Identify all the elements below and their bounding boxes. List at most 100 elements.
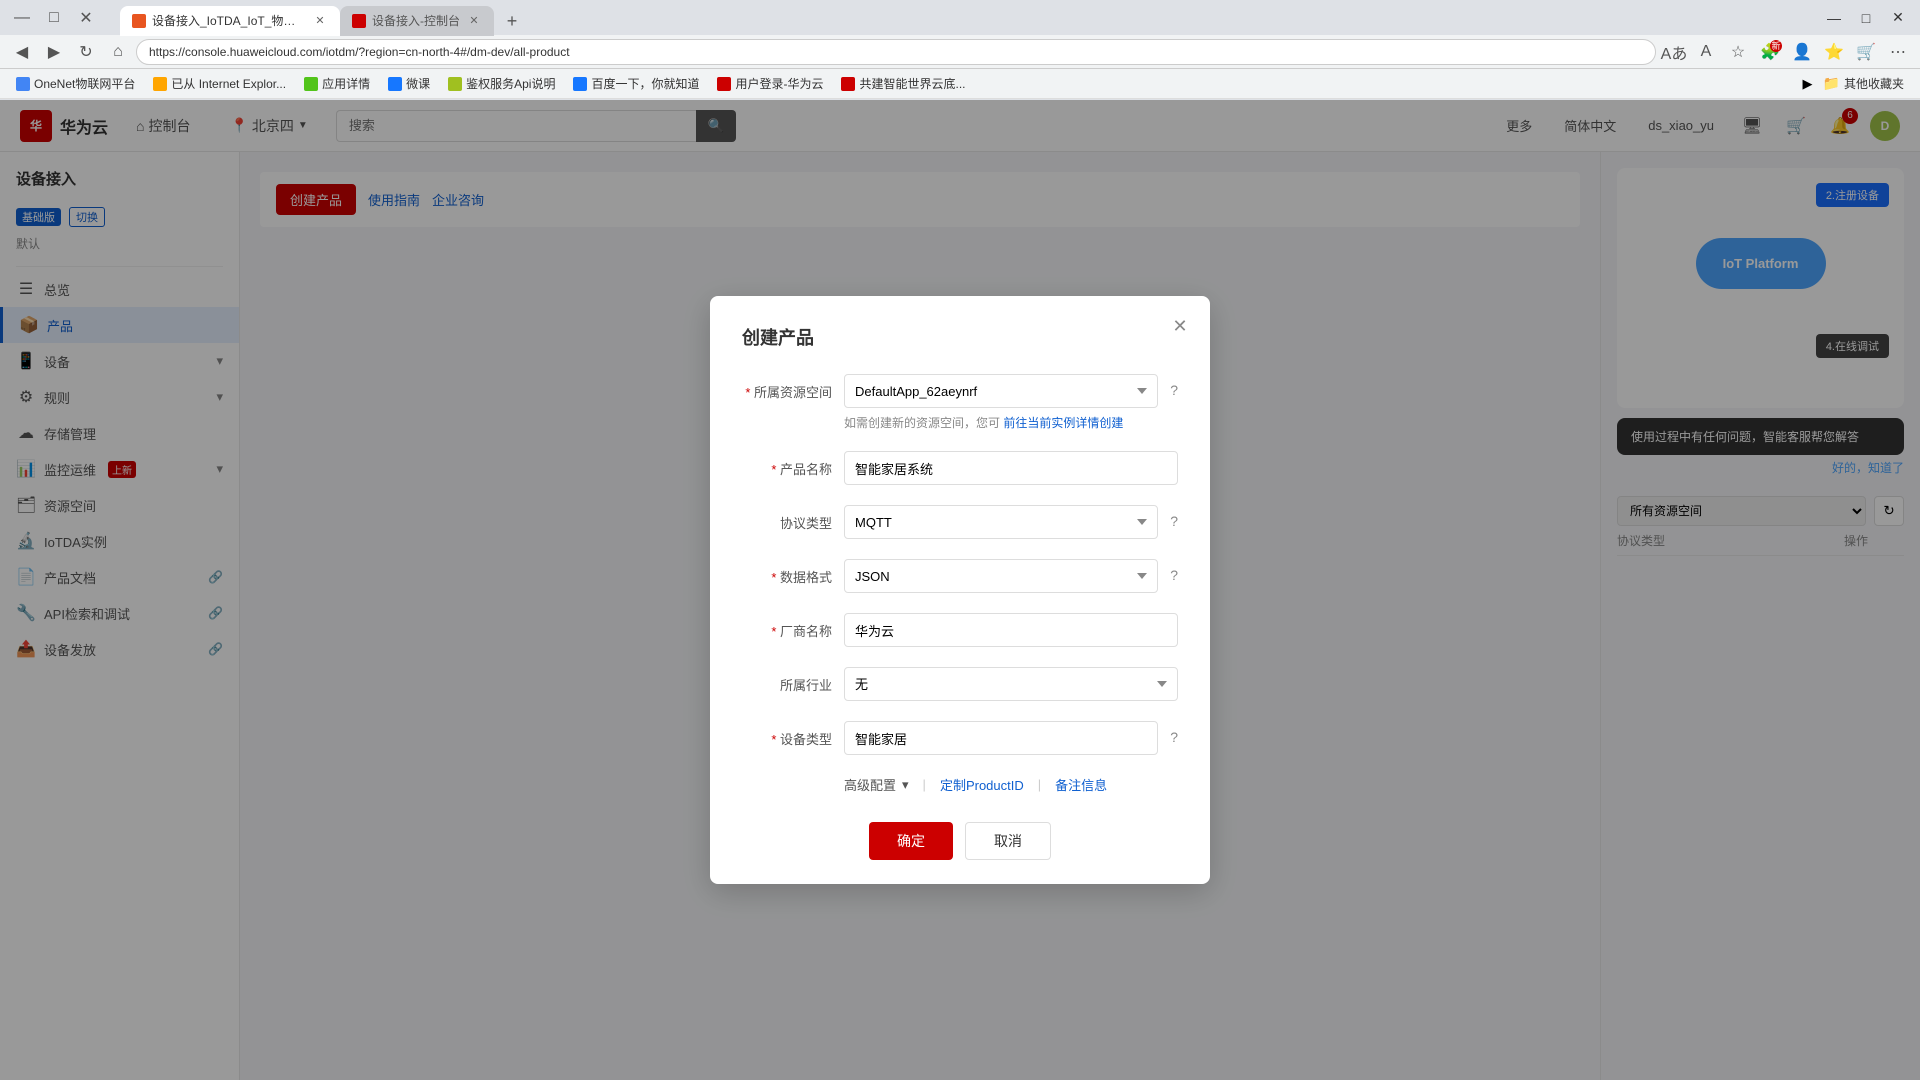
manufacturer-label: 厂商名称	[742, 613, 832, 640]
bookmark-folder-label: 其他收藏夹	[1844, 75, 1904, 92]
address-bar[interactable]	[136, 39, 1656, 65]
modal-overlay[interactable]: 创建产品 ✕ 所属资源空间 DefaultApp_62aeynrf 如需创建新的…	[0, 100, 1920, 1080]
create-product-modal: 创建产品 ✕ 所属资源空间 DefaultApp_62aeynrf 如需创建新的…	[710, 296, 1210, 884]
bookmark-label-3: 应用详情	[322, 75, 370, 92]
back-button[interactable]: ◀	[8, 38, 36, 66]
browser-chrome: — □ ✕ 设备接入_IoTDA_IoT_物联网IoT平... ✕ 设备接入-控…	[0, 0, 1920, 100]
translate-icon[interactable]: Aあ	[1660, 38, 1688, 66]
bookmark-label-6: 百度一下，你就知道	[591, 75, 699, 92]
bookmark-mooc[interactable]: 微课	[380, 73, 438, 94]
refresh-button[interactable]: ↻	[72, 38, 100, 66]
data-format-control: JSON	[844, 559, 1158, 593]
device-type-help-icon[interactable]: ?	[1170, 721, 1178, 745]
bookmark-icon-1	[16, 77, 30, 91]
maximize-btn[interactable]: □	[1852, 4, 1880, 32]
maximize-button[interactable]: □	[40, 4, 68, 32]
collections-icon[interactable]: 🛒	[1852, 38, 1880, 66]
form-row-advanced: 高级配置 ▾ | 定制ProductID | 备注信息	[742, 775, 1178, 794]
minimize-button[interactable]: —	[8, 4, 36, 32]
protocol-help-icon[interactable]: ?	[1170, 505, 1178, 529]
new-tab-button[interactable]: +	[498, 8, 526, 36]
bookmark-onenet[interactable]: OneNet物联网平台	[8, 73, 143, 94]
advanced-config-expand-icon: ▾	[902, 777, 909, 793]
browser-toolbar: ◀ ▶ ↻ ⌂ Aあ A ☆ 🧩 新 👤 ⭐ 🛒 ⋯	[0, 35, 1920, 69]
data-format-label: 数据格式	[742, 559, 832, 586]
bookmark-icon-4	[388, 77, 402, 91]
product-name-input[interactable]	[844, 451, 1178, 485]
bookmark-icon-7	[717, 77, 731, 91]
industry-control: 无	[844, 667, 1178, 701]
advanced-config-control: 高级配置 ▾ | 定制ProductID | 备注信息	[844, 775, 1178, 794]
bookmark-api[interactable]: 鉴权服务Api说明	[440, 73, 563, 94]
tab-favicon-2	[352, 14, 366, 28]
modal-close-button[interactable]: ✕	[1166, 312, 1194, 340]
bookmark-label-1: OneNet物联网平台	[34, 75, 135, 92]
resource-space-dropdown[interactable]: DefaultApp_62aeynrf	[844, 374, 1158, 408]
toolbar-actions: Aあ A ☆ 🧩 新 👤 ⭐ 🛒 ⋯	[1660, 38, 1912, 66]
bookmarks-more[interactable]: ▶	[1803, 76, 1813, 92]
minimize-btn[interactable]: —	[1820, 4, 1848, 32]
manufacturer-control	[844, 613, 1178, 647]
bookmark-baidu[interactable]: 百度一下，你就知道	[565, 73, 707, 94]
close-btn[interactable]: ✕	[1884, 4, 1912, 32]
resource-space-help-icon[interactable]: ?	[1170, 374, 1178, 398]
menu-button[interactable]: ⋯	[1884, 38, 1912, 66]
advanced-config-toggle[interactable]: 高级配置 ▾	[844, 775, 909, 794]
favorites-icon[interactable]: ☆	[1724, 38, 1752, 66]
form-row-manufacturer: 厂商名称	[742, 613, 1178, 647]
browser-titlebar: — □ ✕ 设备接入_IoTDA_IoT_物联网IoT平... ✕ 设备接入-控…	[0, 0, 1920, 35]
cancel-button[interactable]: 取消	[965, 822, 1051, 860]
bookmark-folder[interactable]: 📁 其他收藏夹	[1815, 73, 1912, 94]
resource-space-label: 所属资源空间	[742, 374, 832, 401]
device-type-input[interactable]	[844, 721, 1158, 755]
remarks-link[interactable]: 备注信息	[1055, 775, 1107, 794]
data-format-dropdown[interactable]: JSON	[844, 559, 1158, 593]
close-window-button[interactable]: ✕	[72, 4, 100, 32]
bookmarks-bar: OneNet物联网平台 已从 Internet Explor... 应用详情 微…	[0, 69, 1920, 99]
bookmark-app-detail[interactable]: 应用详情	[296, 73, 378, 94]
profile-icon[interactable]: 👤	[1788, 38, 1816, 66]
device-type-label: 设备类型	[742, 721, 832, 748]
bookmark-ie[interactable]: 已从 Internet Explor...	[145, 73, 294, 94]
protocol-control: MQTT	[844, 505, 1158, 539]
tab-close-1[interactable]: ✕	[312, 13, 328, 29]
form-row-resource-space: 所属资源空间 DefaultApp_62aeynrf 如需创建新的资源空间，您可…	[742, 374, 1178, 431]
bookmark-label-5: 鉴权服务Api说明	[466, 75, 555, 92]
advanced-config-label: 高级配置	[844, 775, 896, 794]
confirm-button[interactable]: 确定	[869, 822, 953, 860]
product-name-label: 产品名称	[742, 451, 832, 478]
reading-mode-icon[interactable]: A	[1692, 38, 1720, 66]
bookmark-icon-2	[153, 77, 167, 91]
form-row-industry: 所属行业 无	[742, 667, 1178, 701]
tab-close-2[interactable]: ✕	[466, 13, 482, 29]
industry-dropdown[interactable]: 无	[844, 667, 1178, 701]
manufacturer-input[interactable]	[844, 613, 1178, 647]
protocol-dropdown[interactable]: MQTT	[844, 505, 1158, 539]
advanced-spacer	[742, 781, 832, 789]
browser-window-controls: — □ ✕	[8, 4, 100, 32]
tab-favicon-1	[132, 14, 146, 28]
forward-button[interactable]: ▶	[40, 38, 68, 66]
form-row-product-name: 产品名称	[742, 451, 1178, 485]
bookmark-icon-3	[304, 77, 318, 91]
bookmark-label-8: 共建智能世界云底...	[859, 75, 965, 92]
resource-space-hint: 如需创建新的资源空间，您可 前往当前实例详情创建	[844, 414, 1158, 431]
bookmark-huawei-cloud[interactable]: 共建智能世界云底...	[833, 73, 973, 94]
bookmark-label-7: 用户登录-华为云	[735, 75, 823, 92]
custom-product-id-link[interactable]: 定制ProductID	[940, 775, 1024, 794]
extensions-icon[interactable]: 🧩 新	[1756, 38, 1784, 66]
tab-iotda[interactable]: 设备接入_IoTDA_IoT_物联网IoT平... ✕	[120, 6, 340, 36]
hint-link[interactable]: 前往当前实例详情创建	[1003, 416, 1123, 430]
bookmark-label-4: 微课	[406, 75, 430, 92]
data-format-help-icon[interactable]: ?	[1170, 559, 1178, 583]
bookmark-icon-6	[573, 77, 587, 91]
bookmark-huawei-login[interactable]: 用户登录-华为云	[709, 73, 831, 94]
resource-space-control: DefaultApp_62aeynrf 如需创建新的资源空间，您可 前往当前实例…	[844, 374, 1158, 431]
protocol-label: 协议类型	[742, 505, 832, 532]
tab-console[interactable]: 设备接入-控制台 ✕	[340, 6, 494, 36]
home-button[interactable]: ⌂	[104, 38, 132, 66]
favorites-bar-icon[interactable]: ⭐	[1820, 38, 1848, 66]
tabs-bar: 设备接入_IoTDA_IoT_物联网IoT平... ✕ 设备接入-控制台 ✕ +	[112, 0, 534, 36]
modal-title: 创建产品	[742, 324, 1178, 350]
pipe-divider-1: |	[923, 777, 926, 792]
